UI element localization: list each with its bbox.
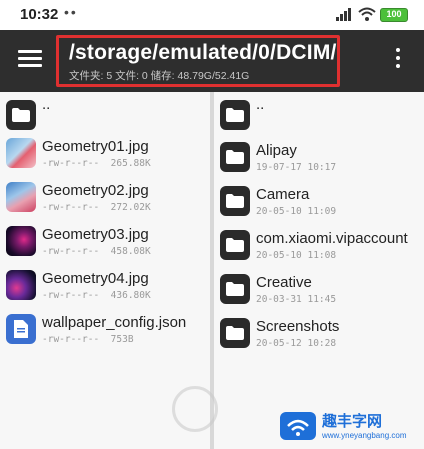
file-meta: -rw-r--r-- 753B	[42, 334, 134, 345]
signal-icon	[336, 7, 354, 26]
parent-directory-row[interactable]: ..	[6, 96, 206, 136]
image-thumbnail-icon	[6, 270, 36, 300]
watermark-logo: 趣丰字网 www.yneyangbang.com	[280, 410, 418, 444]
folder-name: Alipay	[256, 142, 297, 159]
image-thumbnail-icon	[6, 138, 36, 168]
path-toolbar: /storage/emulated/0/DCIM/ 文件夹: 5 文件: 0 储…	[0, 30, 424, 92]
current-path-highlight: /storage/emulated/0/DCIM/ 文件夹: 5 文件: 0 储…	[56, 35, 340, 87]
folder-icon	[220, 186, 250, 216]
watermark-wifi-icon	[280, 412, 316, 440]
folder-row[interactable]: Alipay 19-07-17 10:17	[220, 138, 420, 178]
folder-date: 20-05-10 11:08	[256, 250, 337, 261]
status-bar: 10:32 •• 100	[0, 0, 424, 30]
file-meta: -rw-r--r-- 436.80K	[42, 290, 151, 301]
file-name: wallpaper_config.json	[42, 314, 187, 331]
folder-name: Creative	[256, 274, 312, 291]
folder-icon	[220, 274, 250, 304]
image-thumbnail-icon	[6, 182, 36, 212]
file-meta: -rw-r--r-- 265.88K	[42, 158, 151, 169]
folder-row[interactable]: com.xiaomi.vipaccount 20-05-10 11:08	[220, 226, 420, 266]
file-name: Geometry04.jpg	[42, 270, 149, 287]
file-row[interactable]: Geometry01.jpg -rw-r--r-- 265.88K	[6, 134, 206, 174]
folder-icon	[220, 100, 250, 130]
file-row[interactable]: wallpaper_config.json -rw-r--r-- 753B	[6, 310, 206, 350]
battery-icon: 100	[380, 8, 408, 22]
file-name: Geometry02.jpg	[42, 182, 149, 199]
folder-row[interactable]: Screenshots 20-05-12 10:28	[220, 314, 420, 354]
right-file-pane[interactable]: .. Alipay 19-07-17 10:17 Camera 20-05-10…	[214, 92, 424, 449]
file-name: Geometry01.jpg	[42, 138, 149, 155]
clock: 10:32	[20, 6, 59, 23]
watermark-text: 趣丰字网	[322, 413, 383, 430]
folder-icon	[220, 230, 250, 260]
watermark-url: www.yneyangbang.com	[322, 431, 407, 440]
notification-dots: ••	[64, 4, 78, 20]
hamburger-menu-icon[interactable]	[18, 50, 42, 70]
parent-directory-row[interactable]: ..	[220, 96, 420, 136]
folder-row[interactable]: Camera 20-05-10 11:09	[220, 182, 420, 222]
file-row[interactable]: Geometry02.jpg -rw-r--r-- 272.02K	[6, 178, 206, 218]
more-vertical-icon[interactable]	[390, 48, 406, 74]
document-icon	[6, 314, 36, 344]
file-meta: -rw-r--r-- 272.02K	[42, 202, 151, 213]
file-row[interactable]: Geometry03.jpg -rw-r--r-- 458.08K	[6, 222, 206, 262]
storage-info: 文件夹: 5 文件: 0 储存: 48.79G/52.41G	[69, 70, 250, 82]
wifi-icon	[358, 6, 376, 27]
folder-date: 20-05-12 10:28	[256, 338, 337, 349]
folder-name: com.xiaomi.vipaccount	[256, 230, 408, 247]
file-meta: -rw-r--r-- 458.08K	[42, 246, 151, 257]
file-row[interactable]: Geometry04.jpg -rw-r--r-- 436.80K	[6, 266, 206, 306]
folder-date: 19-07-17 10:17	[256, 162, 337, 173]
file-name: Geometry03.jpg	[42, 226, 149, 243]
folder-icon	[220, 142, 250, 172]
folder-date: 20-03-31 11:45	[256, 294, 337, 305]
folder-date: 20-05-10 11:09	[256, 206, 337, 217]
folder-name: Screenshots	[256, 318, 340, 335]
watermark-circle-icon	[172, 386, 218, 432]
parent-directory-label: ..	[256, 96, 265, 113]
folder-icon	[220, 318, 250, 348]
folder-row[interactable]: Creative 20-03-31 11:45	[220, 270, 420, 310]
current-path[interactable]: /storage/emulated/0/DCIM/	[69, 41, 337, 65]
image-thumbnail-icon	[6, 226, 36, 256]
parent-directory-label: ..	[42, 96, 51, 113]
folder-name: Camera	[256, 186, 310, 203]
folder-icon	[6, 100, 36, 130]
